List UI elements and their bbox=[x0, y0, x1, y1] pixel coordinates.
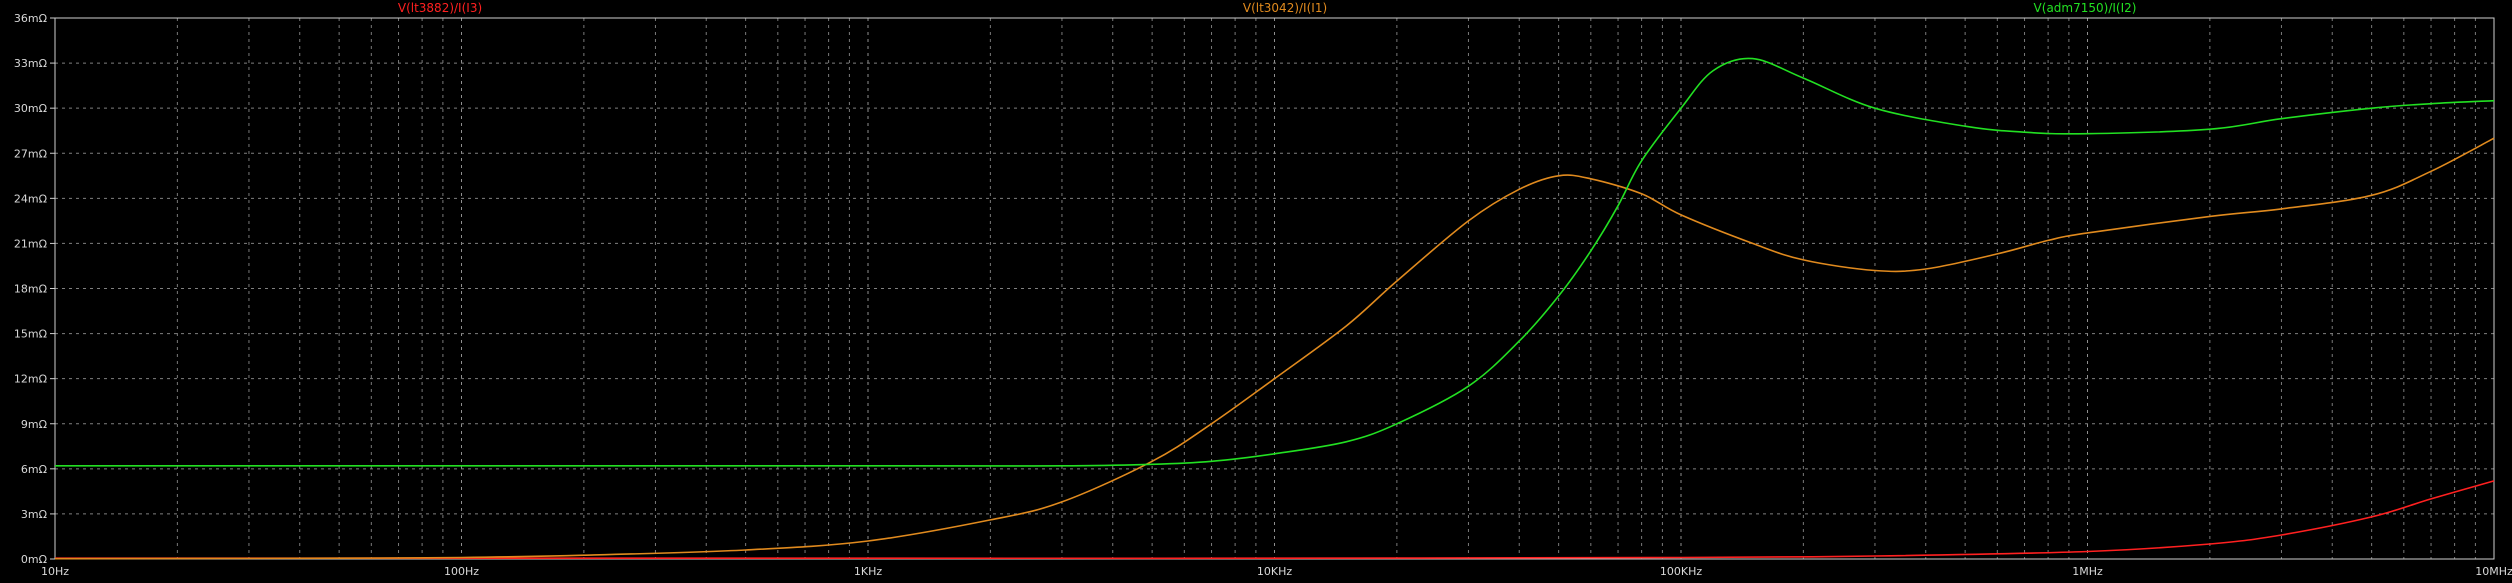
y-tick-label: 27mΩ bbox=[14, 147, 47, 160]
y-tick-label: 9mΩ bbox=[21, 418, 47, 431]
y-tick-label: 36mΩ bbox=[14, 12, 47, 25]
x-tick-label: 100KHz bbox=[1660, 565, 1702, 578]
y-tick-label: 0mΩ bbox=[21, 553, 47, 566]
plot-area: 10Hz 100Hz 1KHz 10KHz 100KHz 1MHz 10MHz 0mΩ 3mΩ 6… bbox=[0, 0, 2512, 583]
y-tick-label: 15mΩ bbox=[14, 328, 47, 341]
y-tick-label: 30mΩ bbox=[14, 102, 47, 115]
y-tick-label: 3mΩ bbox=[21, 508, 47, 521]
y-tick-label: 12mΩ bbox=[14, 373, 47, 386]
y-tick-label: 6mΩ bbox=[21, 463, 47, 476]
legend-entry[interactable]: V(adm7150)/I(I2) bbox=[2034, 1, 2137, 15]
x-tick-label: 10MHz bbox=[2475, 565, 2512, 578]
x-tick-label: 1MHz bbox=[2072, 565, 2103, 578]
y-tick-label: 18mΩ bbox=[14, 283, 47, 296]
x-tick-label: 10KHz bbox=[1257, 565, 1292, 578]
y-tick-label: 33mΩ bbox=[14, 57, 47, 70]
x-tick-label: 10Hz bbox=[41, 565, 69, 578]
y-tick-label: 21mΩ bbox=[14, 237, 47, 250]
y-tick-label: 24mΩ bbox=[14, 192, 47, 205]
legend-entry[interactable]: V(lt3882)/I(I3) bbox=[398, 1, 482, 15]
legend-entry[interactable]: V(lt3042)/I(I1) bbox=[1243, 1, 1327, 15]
x-tick-label: 1KHz bbox=[854, 565, 882, 578]
x-tick-label: 100Hz bbox=[444, 565, 479, 578]
